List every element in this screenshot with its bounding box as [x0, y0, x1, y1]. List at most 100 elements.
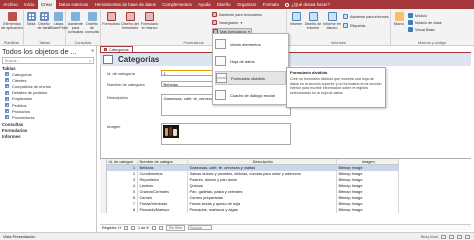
- app-parts-button[interactable]: Elementos de aplicación: [1, 12, 23, 30]
- record-selector[interactable]: [100, 195, 107, 201]
- sharepoint-lists-button[interactable]: Listas SharePoint: [49, 12, 68, 30]
- blank-form-button[interactable]: Formulario en blanco: [140, 12, 159, 30]
- query-wizard-button[interactable]: Asistente para consultas: [67, 12, 84, 35]
- table-design-icon: [39, 12, 49, 21]
- report-button[interactable]: Informe: [289, 12, 303, 26]
- layout-view-icon[interactable]: [457, 234, 462, 239]
- column-header[interactable]: Descripción: [188, 159, 337, 165]
- beverage-photo: [163, 125, 179, 138]
- form-icon: [104, 48, 107, 51]
- module-button[interactable]: Módulo: [408, 13, 427, 18]
- tell-me-box[interactable]: ¿Qué desea hacer?: [282, 0, 333, 9]
- column-header[interactable]: Imagen: [337, 159, 399, 165]
- form-design-button[interactable]: Diseño del formulario: [121, 12, 139, 30]
- table-icon: [5, 84, 9, 89]
- column-header[interactable]: Id. de categorí: [107, 159, 138, 165]
- table-icon: [5, 115, 9, 120]
- form-wizard-icon: [212, 12, 217, 17]
- image-field[interactable]: [161, 123, 291, 145]
- table-row[interactable]: 6 Carnes Carnes preparadas Bitmap Image: [100, 195, 399, 201]
- report-design-button[interactable]: Diseño de informe: [304, 12, 322, 30]
- category-name-label: Nombre de categoría: [107, 82, 145, 87]
- chevron-left-icon[interactable]: «: [91, 48, 94, 54]
- record-selector[interactable]: [100, 165, 107, 171]
- status-right: Bloq Num: [421, 233, 474, 240]
- nav-pane-header[interactable]: Todos los objetos de ... «: [0, 46, 96, 56]
- table-row[interactable]: 4 Lácteos Quesos Bitmap Image: [100, 183, 399, 189]
- navigation-icon: [212, 20, 217, 25]
- datasheet-view-icon[interactable]: [449, 234, 454, 239]
- table-row[interactable]: 5 Granos/Cereales Pan, galletas, pasta y…: [100, 189, 399, 195]
- form-title: Categorías: [118, 55, 160, 64]
- tell-me-text: ¿Qué desea hacer?: [291, 2, 331, 7]
- form-wizard-button[interactable]: Asistente para formularios: [212, 12, 262, 17]
- macro-button[interactable]: Macro: [393, 12, 405, 26]
- form-icon: [106, 12, 116, 21]
- report-design-icon: [308, 12, 318, 21]
- record-search-input[interactable]: Buscar: [188, 225, 213, 230]
- record-selector[interactable]: [100, 201, 107, 207]
- filter-toggle[interactable]: Sin filtro: [165, 224, 186, 231]
- first-record-icon[interactable]: [124, 225, 128, 230]
- record-selector[interactable]: [100, 177, 107, 183]
- table-row[interactable]: 3 Repostería Postres, dulces y pan dulce…: [100, 177, 399, 183]
- table-row[interactable]: 8 Pescado/Marisco Pescados, mariscos y a…: [100, 207, 399, 213]
- previous-record-icon[interactable]: [131, 225, 135, 230]
- menu-item-split-form[interactable]: Formulario dividido: [215, 71, 286, 85]
- report-icon: [291, 12, 301, 21]
- ribbon-tab-bar: Archivo Inicio Crear Datos externos Herr…: [0, 0, 474, 9]
- nav-search-input[interactable]: Buscar... ⌕: [2, 57, 94, 64]
- table-row[interactable]: 2 Condimentos Salsas dulces y picantes, …: [100, 171, 399, 177]
- record-navigator: Registro: H 1 de 8 Sin filtro Buscar: [100, 224, 471, 231]
- navigation-button[interactable]: Navegación ▾: [212, 20, 242, 25]
- tab-complementos[interactable]: Complementos: [159, 0, 195, 9]
- group-tablas: Tabla Diseño de tabla Listas SharePoint …: [24, 10, 68, 45]
- class-module-button[interactable]: Módulo de clase: [408, 20, 442, 25]
- record-selector[interactable]: [100, 189, 107, 195]
- table-button[interactable]: Tabla: [25, 12, 37, 26]
- record-position[interactable]: 1 de 8: [138, 226, 149, 230]
- report-wizard-button[interactable]: Asistente para informes: [343, 14, 389, 19]
- tab-organizar[interactable]: Organizar: [234, 0, 260, 9]
- tab-herramientas[interactable]: Herramientas de base de datos: [91, 0, 159, 9]
- select-all-cell[interactable]: [100, 159, 107, 165]
- tab-archivo[interactable]: Archivo: [0, 0, 21, 9]
- form-header-icon: [103, 55, 113, 64]
- table-row[interactable]: 1 Bebidas Gaseosas, café, té, cervezas y…: [100, 165, 399, 171]
- tooltip-title: Formulario dividido: [290, 70, 328, 75]
- table-row[interactable]: 7 Frutas/Verduras Frutas secas y queso d…: [100, 201, 399, 207]
- macro-icon: [394, 12, 404, 21]
- tab-ayuda[interactable]: Ayuda: [195, 0, 214, 9]
- tab-inicio[interactable]: Inicio: [21, 0, 38, 9]
- search-icon: ⌕: [88, 58, 91, 63]
- menu-item-modal-dialog[interactable]: Cuadro de diálogo modal: [215, 88, 286, 102]
- tab-diseno[interactable]: Diseño: [214, 0, 234, 9]
- column-header[interactable]: Nombre de categor: [138, 159, 188, 165]
- next-record-icon[interactable]: [151, 225, 156, 230]
- table-icon: [5, 78, 9, 83]
- form-button[interactable]: Formulario: [102, 12, 120, 26]
- blank-report-button[interactable]: Informe en blanco: [323, 12, 341, 30]
- menu-item-multiple-items[interactable]: Varios elementos: [215, 37, 286, 51]
- class-module-icon: [408, 20, 413, 25]
- datasheet-icon: [215, 56, 226, 66]
- tab-datos-externos[interactable]: Datos externos: [56, 0, 92, 9]
- datasheet: Id. de categorí Nombre de categor Descri…: [100, 158, 471, 224]
- record-selector[interactable]: [100, 171, 107, 177]
- navigation-pane: Todos los objetos de ... « Buscar... ⌕ T…: [0, 46, 97, 232]
- query-design-button[interactable]: Diseño de consulta: [84, 12, 100, 35]
- tab-crear[interactable]: Crear: [37, 0, 56, 9]
- tab-formato[interactable]: Formato: [259, 0, 282, 9]
- menu-item-datasheet[interactable]: Hoja de datos: [215, 54, 286, 68]
- status-view-mode: Vista Presentación: [3, 234, 36, 239]
- last-record-icon[interactable]: [158, 225, 163, 230]
- design-view-icon[interactable]: [465, 234, 470, 239]
- group-informes: Informe Diseño de informe Informe en bla…: [287, 10, 391, 45]
- record-selector[interactable]: [100, 207, 107, 213]
- form-view-icon[interactable]: [441, 234, 446, 239]
- nav-category-informes[interactable]: Informes: [0, 133, 96, 139]
- split-form-icon: [216, 73, 227, 83]
- visual-basic-button[interactable]: Visual Basic: [408, 27, 435, 32]
- labels-button[interactable]: Etiquetas: [343, 23, 365, 28]
- record-selector[interactable]: [100, 183, 107, 189]
